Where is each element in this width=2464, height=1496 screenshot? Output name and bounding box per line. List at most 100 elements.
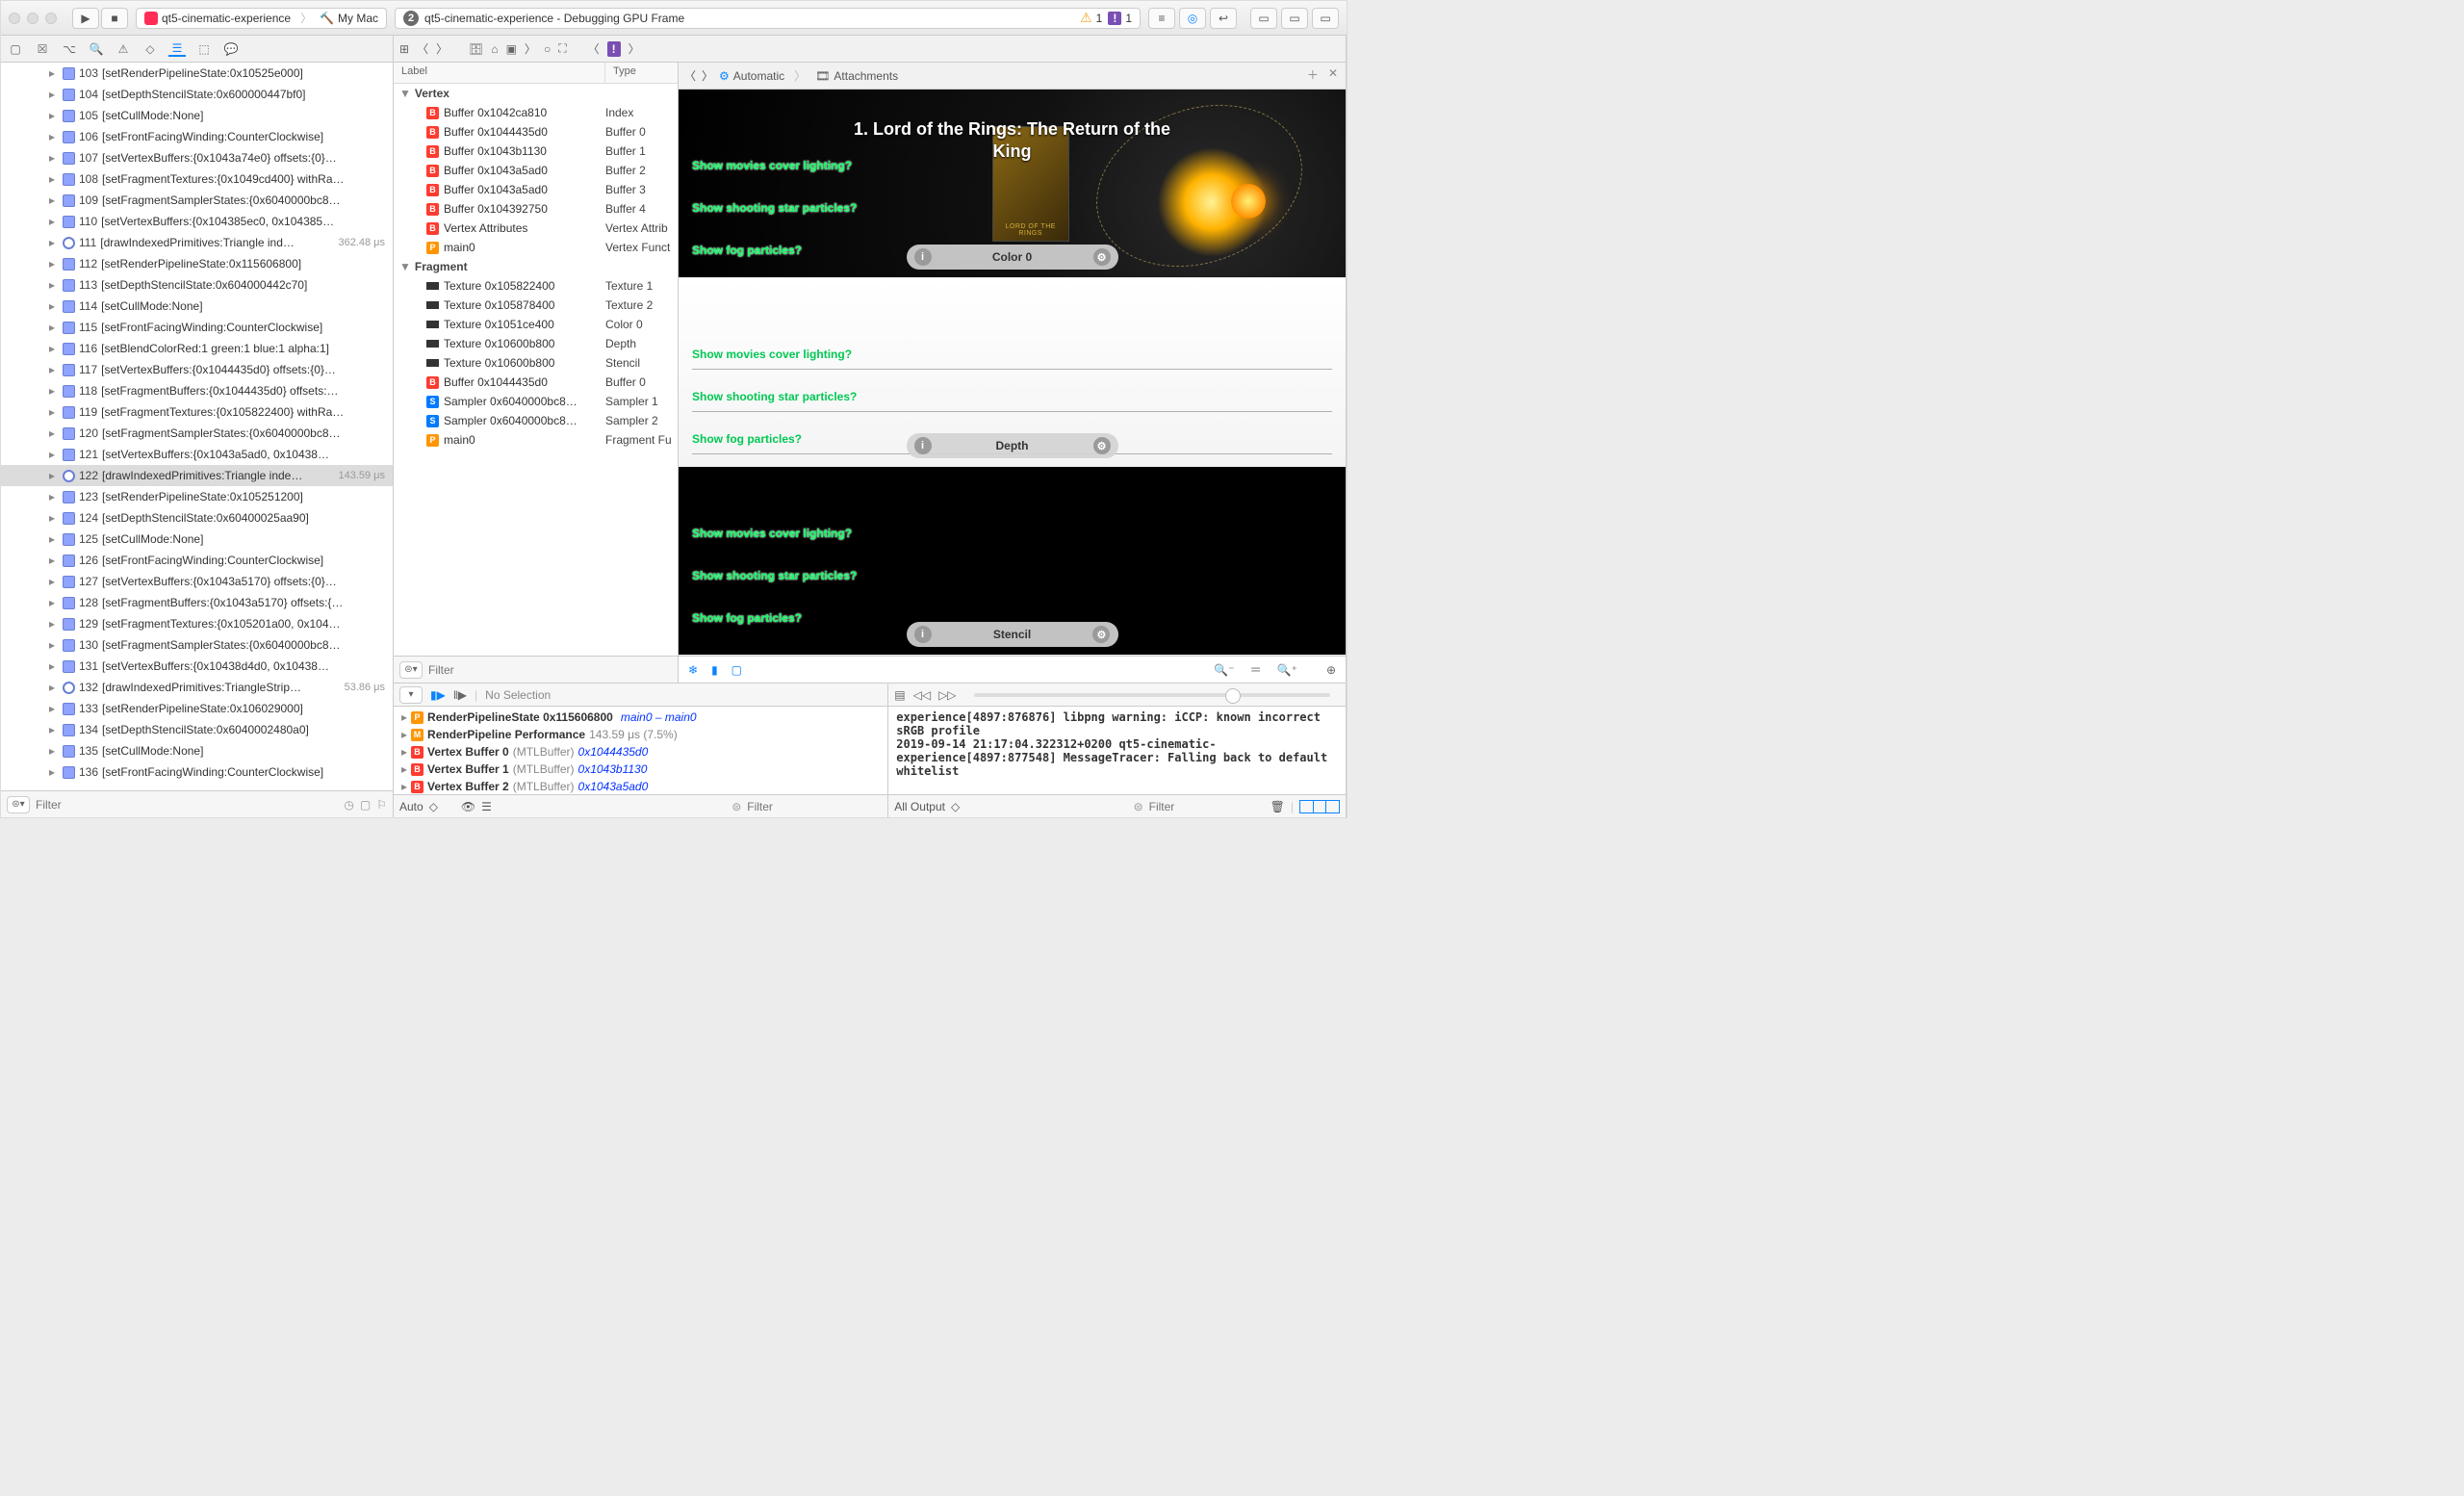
command-row[interactable]: ▸ 115 [setFrontFacingWinding:CounterCloc… bbox=[1, 317, 393, 338]
filter-scope-button[interactable]: ⊜▾ bbox=[7, 796, 30, 813]
command-row[interactable]: ▸ 112 [setRenderPipelineState:0x11560680… bbox=[1, 253, 393, 274]
frame-slider[interactable] bbox=[974, 693, 1330, 697]
color-attachment[interactable]: 1. Lord of the Rings: The Return of the … bbox=[679, 90, 1346, 278]
command-row[interactable]: ▸ 105 [setCullMode:None] bbox=[1, 105, 393, 126]
zoom-fit-button[interactable]: ＝ bbox=[1250, 661, 1262, 678]
warning-icon[interactable]: ⚠ bbox=[1080, 10, 1092, 26]
command-row[interactable]: ▸ 127 [setVertexBuffers:{0x1043a5170} of… bbox=[1, 571, 393, 592]
command-row[interactable]: ▸ 109 [setFragmentSamplerStates:{0x60400… bbox=[1, 190, 393, 211]
auto-scope[interactable]: Auto bbox=[399, 800, 424, 813]
gear-icon[interactable]: ⚙ bbox=[1093, 248, 1111, 266]
info-icon[interactable]: i bbox=[914, 248, 932, 266]
console-toggle-icon[interactable]: ▤ bbox=[894, 688, 905, 702]
pane-layout-toggle[interactable] bbox=[1299, 800, 1340, 813]
console-filter[interactable] bbox=[1149, 800, 1265, 813]
snowflake-icon[interactable]: ❄ bbox=[688, 663, 698, 677]
command-row[interactable]: ▸ 104 [setDepthStencilState:0x600000447b… bbox=[1, 84, 393, 105]
command-row[interactable]: ▸ 133 [setRenderPipelineState:0x10602900… bbox=[1, 698, 393, 719]
command-row[interactable]: ▸ 114 [setCullMode:None] bbox=[1, 296, 393, 317]
rect-icon[interactable]: ▢ bbox=[732, 663, 742, 677]
filter-scope-button[interactable]: ⊜▾ bbox=[399, 661, 423, 679]
command-row[interactable]: ▸ 124 [setDepthStencilState:0x60400025aa… bbox=[1, 507, 393, 529]
command-row[interactable]: ▸ 123 [setRenderPipelineState:0x10525120… bbox=[1, 486, 393, 507]
buffer-group-header[interactable]: ▼ Vertex bbox=[394, 84, 678, 103]
toggle-right-panel[interactable]: ▭ bbox=[1312, 8, 1339, 29]
selected-marker[interactable]: ! bbox=[607, 41, 621, 57]
editor-mode-version[interactable]: ↩ bbox=[1210, 8, 1237, 29]
buffer-row[interactable]: Texture 0x10600b800Stencil bbox=[394, 353, 678, 373]
buffers-list[interactable]: ▼ VertexBBuffer 0x1042ca810IndexBBuffer … bbox=[394, 84, 678, 656]
back-button[interactable]: 〈 bbox=[684, 67, 696, 84]
close-dot[interactable] bbox=[9, 13, 20, 24]
minimize-dot[interactable] bbox=[27, 13, 38, 24]
grid-icon[interactable]: ⊞ bbox=[399, 42, 409, 56]
command-row[interactable]: ▸ 106 [setFrontFacingWinding:CounterCloc… bbox=[1, 126, 393, 147]
buffer-row[interactable]: Pmain0Vertex Funct bbox=[394, 238, 678, 257]
buffer-row[interactable]: BVertex AttributesVertex Attrib bbox=[394, 219, 678, 238]
command-row[interactable]: ▸ 122 [drawIndexedPrimitives:Triangle in… bbox=[1, 465, 393, 486]
circle-icon[interactable]: ○ bbox=[544, 42, 551, 56]
folder-icon[interactable]: ▢ bbox=[7, 42, 24, 56]
navigator-filter[interactable] bbox=[36, 798, 338, 812]
command-row[interactable]: ▸ 121 [setVertexBuffers:{0x1043a5ad0, 0x… bbox=[1, 444, 393, 465]
variable-row[interactable]: ▸ M RenderPipeline Performance 143.59 μs… bbox=[394, 726, 887, 743]
issues-icon[interactable]: ⚠ bbox=[115, 42, 132, 56]
variables-view[interactable]: ▸ P RenderPipelineState 0x115606800 main… bbox=[394, 707, 887, 794]
buffer-row[interactable]: Texture 0x105878400Texture 2 bbox=[394, 296, 678, 315]
output-scope[interactable]: All Output bbox=[894, 800, 945, 813]
buffer-row[interactable]: Pmain0Fragment Fu bbox=[394, 430, 678, 450]
breakpoint-icon[interactable]: ▮▶ bbox=[430, 688, 446, 702]
next-item-button[interactable]: 〉 bbox=[629, 40, 640, 57]
trash-icon[interactable]: 🗑 bbox=[1270, 800, 1285, 813]
info-icon[interactable]: i bbox=[914, 626, 932, 643]
continue-button[interactable]: ‖▶ bbox=[453, 688, 467, 702]
command-row[interactable]: ▸ 118 [setFragmentBuffers:{0x1044435d0} … bbox=[1, 380, 393, 401]
buffer-row[interactable]: Texture 0x1051ce400Color 0 bbox=[394, 315, 678, 334]
command-row[interactable]: ▸ 110 [setVertexBuffers:{0x104385ec0, 0x… bbox=[1, 211, 393, 232]
toggle-left-panel[interactable]: ▭ bbox=[1250, 8, 1277, 29]
source-control-icon[interactable]: ☒ bbox=[34, 42, 51, 56]
arrow-icon[interactable]: 〉 bbox=[525, 40, 536, 57]
command-row[interactable]: ▸ 135 [setCullMode:None] bbox=[1, 740, 393, 761]
zoom-in-button[interactable]: 🔍⁺ bbox=[1277, 663, 1297, 677]
command-row[interactable]: ▸ 136 [setFrontFacingWinding:CounterCloc… bbox=[1, 761, 393, 783]
star-filter-icon[interactable]: ⚐ bbox=[376, 798, 387, 812]
reports-icon[interactable]: 💬 bbox=[222, 42, 240, 56]
stencil-attachment[interactable]: Show movies cover lighting?Show shooting… bbox=[679, 467, 1346, 656]
buffer-row[interactable]: Texture 0x105822400Texture 1 bbox=[394, 276, 678, 296]
editor-mode-standard[interactable]: ≡ bbox=[1148, 8, 1175, 29]
flag-icon[interactable]: ▮ bbox=[711, 663, 718, 677]
breakpoints-icon[interactable]: ⬚ bbox=[195, 42, 213, 56]
home-icon[interactable]: ⌂ bbox=[491, 42, 498, 56]
editor-mode-assistant[interactable]: ◎ bbox=[1179, 8, 1206, 29]
stop-button[interactable]: ■ bbox=[101, 8, 128, 29]
buffer-row[interactable]: BBuffer 0x1044435d0Buffer 0 bbox=[394, 122, 678, 142]
list-icon[interactable]: ☰ bbox=[481, 800, 492, 813]
eye-icon[interactable]: 👁 bbox=[461, 800, 475, 813]
expand-icon[interactable]: ⛶ bbox=[558, 41, 566, 56]
cylinder-icon[interactable]: 🗄 bbox=[469, 42, 483, 56]
command-row[interactable]: ▸ 107 [setVertexBuffers:{0x1043a74e0} of… bbox=[1, 147, 393, 168]
toggle-vars-icon[interactable]: ▾ bbox=[399, 686, 423, 704]
variable-row[interactable]: ▸ P RenderPipelineState 0x115606800 main… bbox=[394, 709, 887, 726]
command-row[interactable]: ▸ 117 [setVertexBuffers:{0x1044435d0} of… bbox=[1, 359, 393, 380]
command-row[interactable]: ▸ 108 [setFragmentTextures:{0x1049cd400}… bbox=[1, 168, 393, 190]
buffer-row[interactable]: BBuffer 0x1043b1130Buffer 1 bbox=[394, 142, 678, 161]
stack-icon[interactable]: ▣ bbox=[506, 42, 517, 56]
command-row[interactable]: ▸ 120 [setFragmentSamplerStates:{0x60400… bbox=[1, 423, 393, 444]
forward-button[interactable]: 〉 bbox=[702, 67, 713, 84]
command-row[interactable]: ▸ 116 [setBlendColorRed:1 green:1 blue:1… bbox=[1, 338, 393, 359]
command-row[interactable]: ▸ 119 [setFragmentTextures:{0x105822400}… bbox=[1, 401, 393, 423]
buffer-row[interactable]: Texture 0x10600b800Depth bbox=[394, 334, 678, 353]
forward-button[interactable]: 〉 bbox=[436, 40, 448, 57]
gear-icon[interactable]: ⚙ bbox=[719, 69, 730, 83]
command-row[interactable]: ▸ 129 [setFragmentTextures:{0x105201a00,… bbox=[1, 613, 393, 634]
buffer-row[interactable]: BBuffer 0x1044435d0Buffer 0 bbox=[394, 373, 678, 392]
depth-attachment[interactable]: Show movies cover lighting?Show shooting… bbox=[679, 278, 1346, 467]
zoom-dot[interactable] bbox=[45, 13, 57, 24]
path-attachments[interactable]: Attachments bbox=[834, 69, 898, 83]
buffer-row[interactable]: BBuffer 0x1043a5ad0Buffer 2 bbox=[394, 161, 678, 180]
clock-filter-icon[interactable]: ◷ bbox=[344, 798, 353, 812]
buffer-row[interactable]: SSampler 0x6040000bc8…Sampler 1 bbox=[394, 392, 678, 411]
navigator-tabs[interactable]: ▢ ☒ ⌥ 🔍 ⚠ ◇ ☰ ⬚ 💬 bbox=[1, 36, 393, 63]
